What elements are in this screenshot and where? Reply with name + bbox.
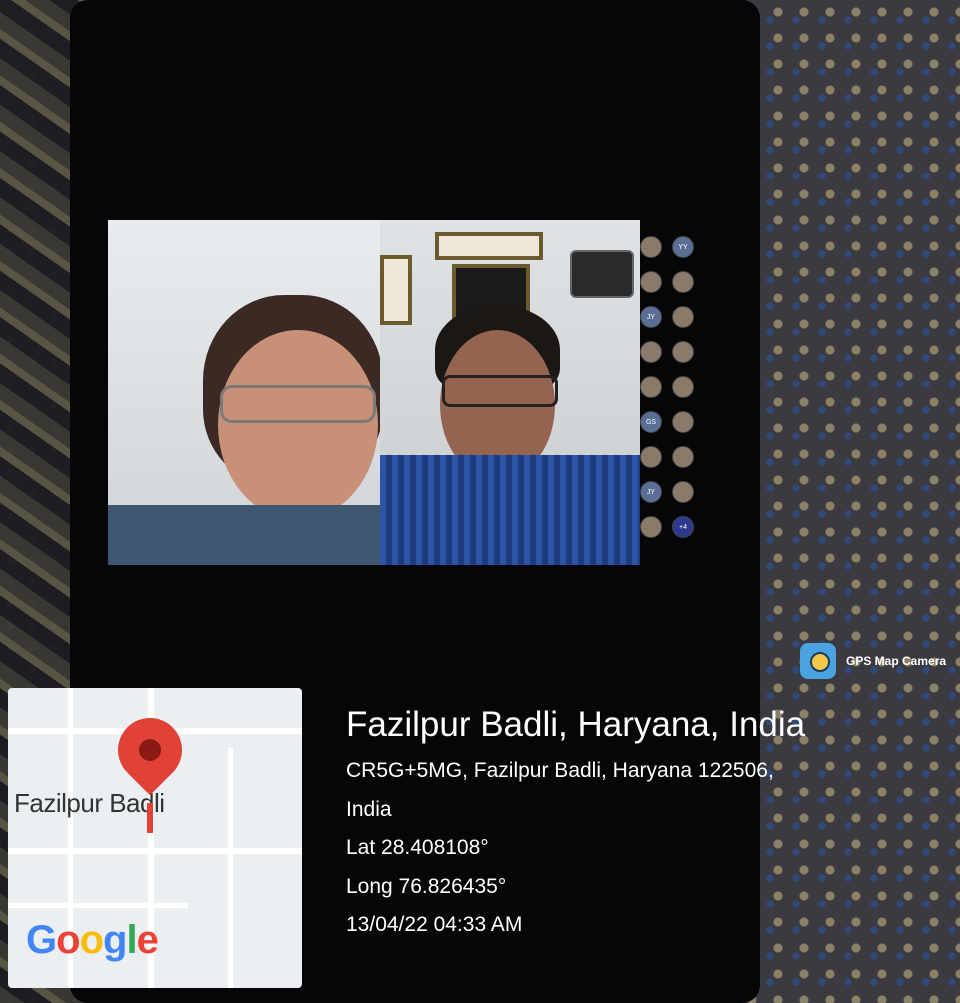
participant-avatar[interactable] bbox=[640, 341, 662, 363]
longitude: Long 76.826435° bbox=[346, 874, 507, 898]
participant-avatar[interactable]: JY bbox=[640, 306, 662, 328]
map-road bbox=[8, 903, 188, 908]
participant-glasses bbox=[442, 375, 558, 407]
participant-avatar[interactable] bbox=[640, 271, 662, 293]
participant-avatar[interactable] bbox=[640, 446, 662, 468]
participant-avatar[interactable] bbox=[672, 411, 694, 433]
google-logo-letter: o bbox=[79, 918, 104, 962]
google-logo-letter: e bbox=[136, 918, 159, 962]
wall-certificate-frame bbox=[435, 232, 543, 260]
latitude: Lat 28.408108° bbox=[346, 836, 489, 860]
video-call-screen bbox=[108, 220, 640, 565]
place-title: Fazilpur Badli, Haryana, India bbox=[346, 705, 806, 744]
participant-avatar[interactable] bbox=[672, 341, 694, 363]
map-road bbox=[228, 748, 233, 988]
participant-avatar[interactable] bbox=[672, 376, 694, 398]
gps-camera-app-icon bbox=[800, 643, 836, 679]
participant-clothing bbox=[108, 505, 380, 565]
participant-grid: YY JY GS JY +4 bbox=[640, 236, 710, 551]
more-participants-button[interactable]: +4 bbox=[672, 516, 694, 538]
photo-scene: YY JY GS JY +4 GPS Map Camera Fazilpur B… bbox=[0, 0, 960, 1003]
video-tile-man bbox=[380, 220, 640, 565]
participant-avatar[interactable] bbox=[640, 376, 662, 398]
timestamp: 13/04/22 04:33 AM bbox=[346, 913, 523, 937]
google-logo-letter: l bbox=[126, 918, 137, 962]
participant-avatar[interactable] bbox=[640, 516, 662, 538]
participant-avatar[interactable]: YY bbox=[672, 236, 694, 258]
participant-avatar[interactable] bbox=[640, 236, 662, 258]
participant-avatar[interactable]: JY bbox=[640, 481, 662, 503]
participant-glasses bbox=[220, 385, 376, 423]
location-map-thumbnail: Fazilpur Badli Google bbox=[8, 688, 302, 988]
wall-frame-left bbox=[380, 255, 412, 325]
location-pin-icon bbox=[104, 704, 196, 796]
app-name: GPS Map Camera bbox=[846, 654, 947, 668]
gps-map-camera-badge: GPS Map Camera bbox=[800, 643, 946, 679]
google-logo-letter: g bbox=[103, 918, 127, 962]
map-road bbox=[8, 848, 302, 854]
participant-avatar[interactable] bbox=[672, 446, 694, 468]
google-logo-letter: G bbox=[26, 918, 57, 962]
map-area-label: Fazilpur Badli bbox=[14, 788, 165, 818]
participant-avatar[interactable] bbox=[672, 306, 694, 328]
location-info-panel: Fazilpur Badli, Haryana, India CR5G+5MG,… bbox=[346, 705, 805, 952]
participant-checked-shirt bbox=[380, 455, 640, 565]
google-logo: Google bbox=[26, 918, 159, 963]
location-pin-tail bbox=[147, 803, 153, 833]
participant-face bbox=[218, 330, 378, 520]
wall-plaque bbox=[570, 250, 634, 298]
participant-avatar[interactable] bbox=[672, 271, 694, 293]
participant-avatar[interactable] bbox=[672, 481, 694, 503]
participant-avatar[interactable]: GS bbox=[640, 411, 662, 433]
address-line: CR5G+5MG, Fazilpur Badli, Haryana 122506… bbox=[346, 759, 774, 782]
address-country: India bbox=[346, 797, 392, 821]
video-tile-woman bbox=[108, 220, 380, 565]
google-logo-letter: o bbox=[56, 918, 80, 962]
